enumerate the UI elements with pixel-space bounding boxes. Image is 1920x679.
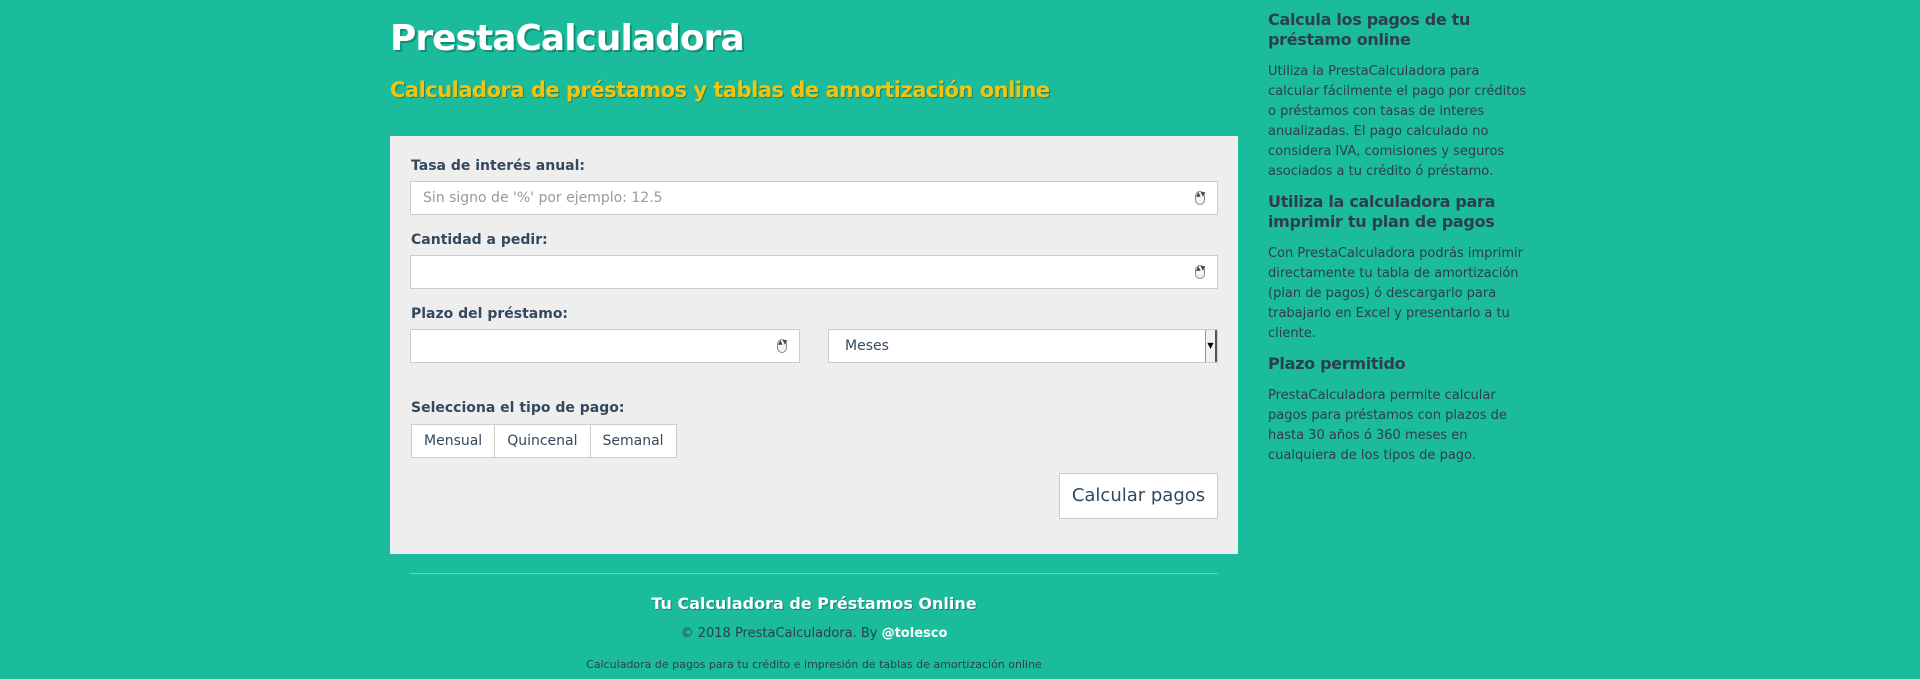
payment-option-semanal[interactable]: Semanal [589,424,677,458]
amount-spinner-icon[interactable]: ▲▼ [1195,265,1205,279]
sidebar-section-text: Utiliza la PrestaCalculadora para calcul… [1268,64,1527,179]
sidebar-section-title: Plazo permitido [1268,354,1406,373]
dropdown-arrow-icon[interactable]: ▼ [1205,330,1217,362]
sidebar-section-text: PrestaCalculadora permite calcular pagos… [1268,388,1507,463]
payment-type-group: Mensual Quincenal Semanal [411,424,677,458]
calculator-form: Tasa de interés anual: Sin signo de '%' … [390,136,1238,554]
rate-spinner-icon[interactable]: ▲▼ [1195,191,1205,205]
amount-label: Cantidad a pedir: [411,232,548,248]
footer-description: Calculadora de pagos para tu crédito e i… [586,658,1042,671]
term-unit-select[interactable]: Meses ▼ [828,329,1218,363]
footer-copyright: © 2018 PrestaCalculadora. By @tolesco [390,626,1238,641]
site-title[interactable]: PrestaCalculadora [390,18,745,59]
sidebar-section-term: Plazo permitido PrestaCalculadora permit… [1268,354,1528,466]
term-unit-value: Meses [845,338,889,354]
calculate-button[interactable]: Calcular pagos [1059,473,1218,519]
footer-title: Tu Calculadora de Préstamos Online [651,594,977,613]
site-subtitle: Calculadora de préstamos y tablas de amo… [390,78,1050,102]
payment-option-mensual[interactable]: Mensual [411,424,496,458]
rate-label: Tasa de interés anual: [411,158,586,174]
sidebar-section-title: Utiliza la calculadora para imprimir tu … [1268,192,1496,231]
payment-type-label: Selecciona el tipo de pago: [411,400,625,416]
amount-input[interactable]: ▲▼ [410,255,1218,289]
sidebar-section-title: Calcula los pagos de tu préstamo online [1268,10,1471,49]
payment-option-quincenal[interactable]: Quincenal [494,424,591,458]
term-input[interactable]: ▲▼ [410,329,800,363]
footer-divider [410,573,1218,574]
sidebar-section-print: Utiliza la calculadora para imprimir tu … [1268,192,1528,344]
copyright-text: © 2018 PrestaCalculadora. By [680,626,882,641]
rate-input[interactable]: Sin signo de '%' por ejemplo: 12.5 ▲▼ [410,181,1218,215]
sidebar-section-calculate: Calcula los pagos de tu préstamo online … [1268,10,1528,182]
term-spinner-icon[interactable]: ▲▼ [777,339,787,353]
term-label: Plazo del préstamo: [411,306,569,322]
sidebar: Calcula los pagos de tu préstamo online … [1268,10,1528,476]
rate-placeholder: Sin signo de '%' por ejemplo: 12.5 [423,190,663,206]
author-link[interactable]: @tolesco [882,626,948,641]
sidebar-section-text: Con PrestaCalculadora podrás imprimir di… [1268,246,1523,341]
